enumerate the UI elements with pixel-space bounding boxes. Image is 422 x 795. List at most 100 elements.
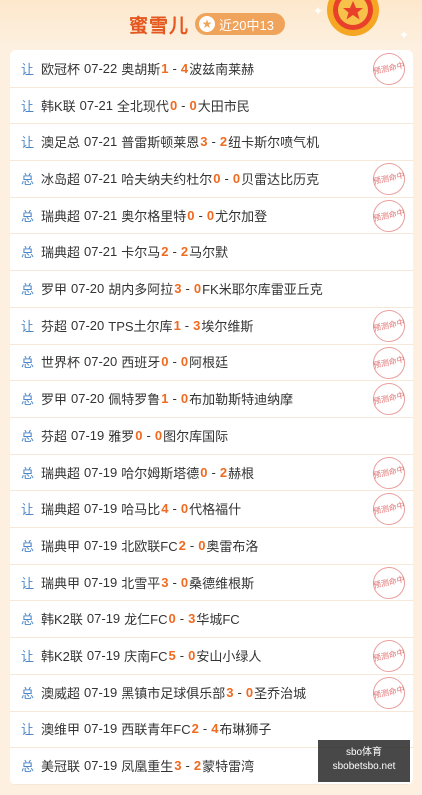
away-score: 0 bbox=[189, 97, 197, 113]
sparkle-icon: ✦ bbox=[399, 28, 410, 42]
score-separator: - bbox=[224, 170, 229, 186]
home-team: 普雷斯顿莱恩 bbox=[121, 135, 200, 151]
match-row[interactable]: 总瑞典超 07-21 卡尔马 2-2 马尔默 bbox=[10, 234, 413, 272]
score-separator: - bbox=[172, 501, 177, 517]
score-separator: - bbox=[172, 391, 177, 407]
match-row[interactable]: 让芬超 07-20 TPS土尔库 1-3 埃尔维斯 预测命中 bbox=[10, 306, 413, 345]
away-score: 3 bbox=[188, 611, 196, 627]
match-date: 07-21 bbox=[79, 97, 113, 113]
home-team: 北雪平 bbox=[121, 575, 161, 591]
bet-type: 总 bbox=[21, 428, 35, 444]
prediction-hit-stamp: 预测命中 bbox=[370, 196, 408, 235]
bet-type: 让 bbox=[21, 61, 35, 77]
league-name: 瑞典超 bbox=[41, 502, 81, 518]
league-name: 瑞典超 bbox=[41, 245, 81, 261]
match-date: 07-19 bbox=[84, 684, 118, 700]
home-score: 1 bbox=[161, 60, 169, 76]
watermark: sbo体育 sbobetsbo.net bbox=[318, 740, 410, 782]
match-date: 07-20 bbox=[71, 391, 105, 407]
match-row[interactable]: 让韩K联 07-21 全北现代 0-0 大田市民 bbox=[10, 87, 413, 125]
watermark-line2: sbobetsbo.net bbox=[332, 761, 396, 772]
match-date: 07-19 bbox=[84, 721, 118, 737]
bet-type: 总 bbox=[21, 685, 35, 701]
match-row[interactable]: 让澳足总 07-21 普雷斯顿莱恩 3-2 纽卡斯尔喷气机 bbox=[10, 123, 413, 162]
prediction-hit-stamp: 预测命中 bbox=[370, 50, 408, 88]
away-team: 赫根 bbox=[228, 465, 255, 481]
match-date: 07-19 bbox=[84, 501, 118, 517]
score-separator: - bbox=[202, 721, 208, 737]
match-row[interactable]: 总芬超 07-19 雅罗 0-0 图尔库国际 bbox=[10, 417, 413, 455]
match-row[interactable]: 让瑞典超 07-19 哈马比 4-0 代格福什 预测命中 bbox=[10, 490, 413, 529]
home-team: 哈马比 bbox=[121, 502, 161, 518]
match-row[interactable]: 让瑞典甲 07-19 北雪平 3-0 桑德维根斯 预测命中 bbox=[10, 563, 413, 602]
header: 蜜雪儿 ★ 近20中13 ✦ ✦ bbox=[0, 0, 422, 48]
match-row[interactable]: 总澳威超 07-19 黑镇市足球俱乐部 3-0 圣乔治城 预测命中 bbox=[10, 673, 413, 712]
bet-type: 让 bbox=[21, 502, 35, 518]
bet-type: 让 bbox=[21, 575, 35, 591]
home-team: 全北现代 bbox=[116, 98, 169, 114]
away-score: 3 bbox=[193, 317, 201, 333]
match-date: 07-21 bbox=[84, 244, 118, 260]
match-date: 07-22 bbox=[84, 60, 118, 76]
match-row[interactable]: 总冰岛超 07-21 哈夫纳夫约杜尔 0-0 贝雷达比历克 预测命中 bbox=[10, 160, 413, 199]
match-row[interactable]: 让欧冠杯 07-22 奥胡斯 1-4 波兹南莱赫 预测命中 bbox=[10, 50, 413, 88]
league-name: 美冠联 bbox=[41, 759, 81, 775]
match-date: 07-19 bbox=[86, 648, 121, 664]
league-name: 瑞典甲 bbox=[41, 575, 81, 591]
score-separator: - bbox=[185, 281, 190, 297]
bet-type: 让 bbox=[21, 318, 35, 334]
league-name: 罗甲 bbox=[41, 392, 68, 408]
match-date: 07-20 bbox=[71, 317, 105, 333]
match-row[interactable]: 总瑞典甲 07-19 北欧联FC 2-0 奥雷布洛 bbox=[10, 527, 413, 565]
score-separator: - bbox=[185, 758, 190, 774]
home-team: 西班牙 bbox=[121, 355, 161, 371]
match-row[interactable]: 总世界杯 07-20 西班牙 0-0 阿根廷 预测命中 bbox=[10, 343, 413, 382]
away-team: 图尔库国际 bbox=[163, 428, 229, 444]
score-separator: - bbox=[184, 317, 190, 333]
league-name: 欧冠杯 bbox=[41, 61, 81, 77]
match-row[interactable]: 总韩K2联 07-19 龙仁FC 0-3 华城FC bbox=[10, 601, 413, 639]
away-team: 布加勒斯特迪纳摩 bbox=[189, 392, 294, 408]
home-score: 0 bbox=[169, 97, 178, 113]
home-team: 凤凰重生 bbox=[121, 759, 174, 775]
match-row[interactable]: 总罗甲 07-20 佩特罗鲁 1-0 布加勒斯特迪纳摩 预测命中 bbox=[10, 380, 413, 419]
league-name: 瑞典超 bbox=[41, 465, 81, 481]
away-team: 纽卡斯尔喷气机 bbox=[228, 135, 320, 151]
match-row[interactable]: 总瑞典超 07-21 奥尔格里特 0-0 尤尔加登 预测命中 bbox=[10, 196, 413, 235]
league-name: 韩K2联 bbox=[41, 649, 83, 665]
away-score: 0 bbox=[154, 427, 163, 443]
away-team: 代格福什 bbox=[189, 502, 242, 518]
prediction-hit-stamp: 预测命中 bbox=[370, 563, 408, 602]
match-date: 07-20 bbox=[84, 354, 118, 370]
match-row[interactable]: 让韩K2联 07-19 庆南FC 5-0 安山小绿人 预测命中 bbox=[10, 637, 413, 676]
home-team: 卡尔马 bbox=[121, 245, 161, 261]
prediction-hit-stamp: 预测命中 bbox=[370, 673, 408, 712]
match-row[interactable]: 总罗甲 07-20 胡内多阿拉 3-0 FK米耶尔库雷亚丘克 bbox=[10, 270, 413, 308]
home-team: 西联青年FC bbox=[121, 722, 191, 738]
score-separator: - bbox=[172, 60, 177, 76]
home-team: 北欧联FC bbox=[121, 538, 178, 554]
bet-type: 总 bbox=[21, 392, 35, 408]
prediction-hit-stamp: 预测命中 bbox=[370, 637, 408, 676]
win-rate-label: 近20中13 bbox=[219, 17, 274, 33]
bet-type: 总 bbox=[21, 355, 35, 371]
score-separator: - bbox=[211, 134, 216, 150]
prediction-hit-stamp: 预测命中 bbox=[370, 343, 408, 382]
away-team: 阿根廷 bbox=[189, 355, 229, 371]
match-date: 07-20 bbox=[71, 281, 105, 297]
away-team: 马尔默 bbox=[189, 245, 229, 261]
match-row[interactable]: 总瑞典超 07-19 哈尔姆斯塔德 0-2 赫根 预测命中 bbox=[10, 453, 413, 492]
home-team: 哈夫纳夫约杜尔 bbox=[121, 171, 213, 187]
league-name: 瑞典超 bbox=[41, 208, 81, 224]
match-date: 07-19 bbox=[84, 464, 118, 480]
home-team: 黑镇市足球俱乐部 bbox=[121, 685, 226, 701]
match-list: 让欧冠杯 07-22 奥胡斯 1-4 波兹南莱赫 预测命中让韩K联 07-21 全北现代 0-0… bbox=[10, 50, 413, 785]
away-team: 圣乔治城 bbox=[254, 685, 307, 701]
bet-type: 让 bbox=[21, 98, 35, 114]
sparkle-icon: ✦ bbox=[313, 4, 324, 18]
away-team: FK米耶尔库雷亚丘克 bbox=[202, 282, 323, 298]
watermark-line1: sbo体育 bbox=[345, 747, 383, 758]
away-score: 0 bbox=[180, 391, 189, 407]
medal-icon bbox=[327, 0, 379, 36]
home-team: 雅罗 bbox=[108, 428, 135, 444]
